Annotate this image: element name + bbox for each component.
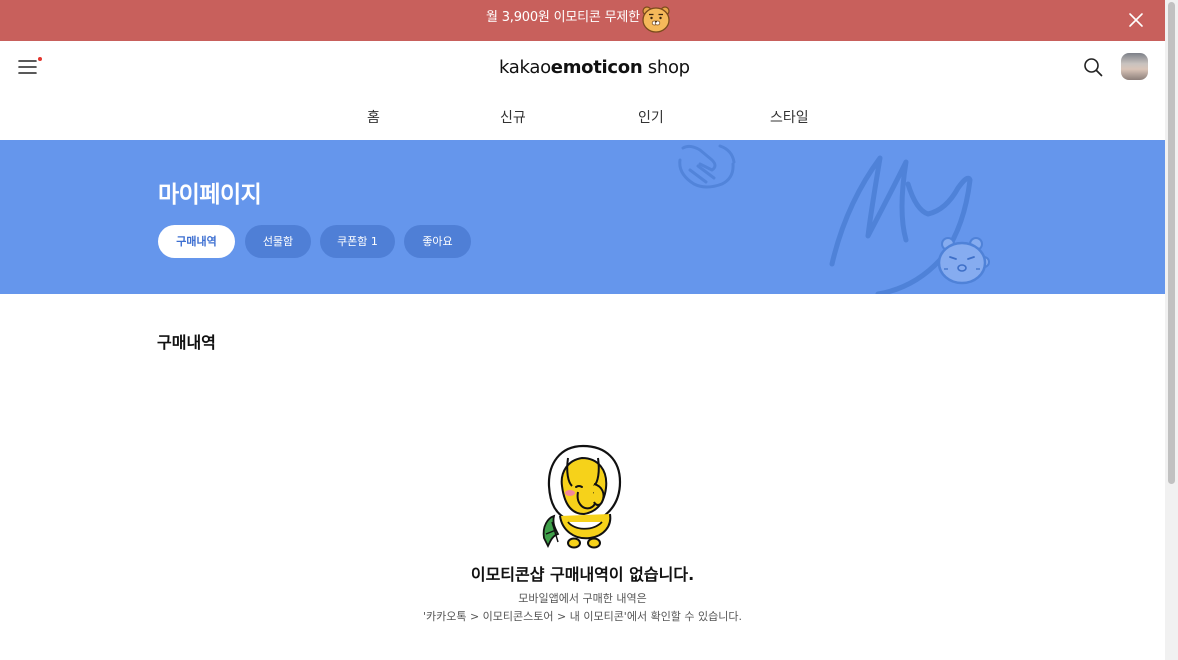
logo-prefix: kakao [499, 57, 551, 78]
tab-likes[interactable]: 좋아요 [404, 225, 471, 258]
search-icon[interactable] [1082, 56, 1104, 78]
site-header: kakaoemoticon shop 홈 신규 인기 스타일 [0, 41, 1165, 140]
page: 월 3,900원 이모티콘 무제한 kakaoemoticon shop 홈 신… [0, 0, 1165, 660]
mypage-hero: 마이페이지 구매내역 선물함 쿠폰함 1 좋아요 [0, 140, 1165, 294]
promo-text[interactable]: 월 3,900원 이모티콘 무제한 [486, 11, 640, 25]
avatar[interactable] [1121, 53, 1148, 80]
vertical-scrollbar[interactable] [1165, 0, 1178, 660]
tab-coupon-box[interactable]: 쿠폰함 1 [320, 225, 395, 258]
ryan-character-icon [642, 6, 670, 33]
empty-state-description-line1: 모바일앱에서 구매한 내역은 [518, 592, 647, 605]
empty-state-description-line2: '카카오톡 > 이모티콘스토어 > 내 이모티콘'에서 확인할 수 있습니다. [422, 610, 743, 623]
promo-banner[interactable]: 월 3,900원 이모티콘 무제한 [0, 0, 1165, 41]
nav-popular[interactable]: 인기 [638, 107, 664, 127]
character-illustration [542, 444, 622, 549]
tab-purchase-history[interactable]: 구매내역 [158, 225, 235, 258]
page-title: 마이페이지 [158, 182, 262, 208]
logo-bold: emoticon [550, 57, 643, 78]
close-icon[interactable] [1124, 8, 1148, 32]
scrollbar-thumb[interactable] [1168, 2, 1175, 484]
nav-home[interactable]: 홈 [367, 107, 380, 127]
empty-state-title: 이모티콘샵 구매내역이 없습니다. [470, 565, 695, 584]
nav-new[interactable]: 신규 [500, 107, 526, 127]
site-logo[interactable]: kakaoemoticon shop [499, 56, 690, 80]
section-title: 구매내역 [157, 333, 216, 352]
hero-decoration [678, 144, 990, 294]
nav-style[interactable]: 스타일 [770, 107, 809, 127]
notification-dot [38, 57, 42, 61]
logo-suffix: shop [642, 57, 690, 78]
tab-gift-box[interactable]: 선물함 [245, 225, 311, 258]
